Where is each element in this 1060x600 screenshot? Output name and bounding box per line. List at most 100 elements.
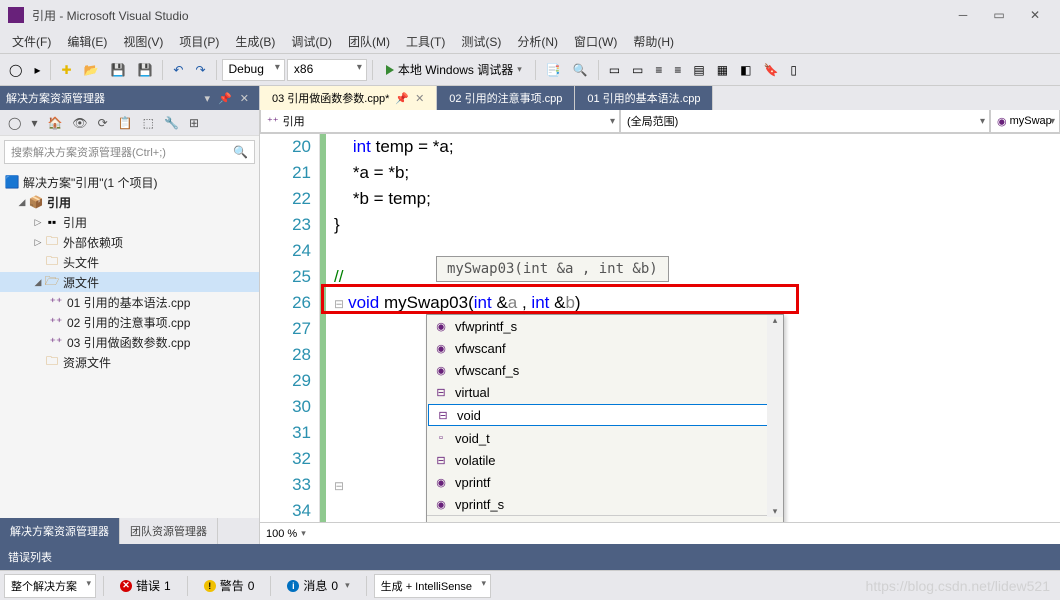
isense-item[interactable]: ◉vfwprintf_s xyxy=(427,315,783,337)
se-btn-9[interactable]: ⊞ xyxy=(185,113,203,133)
menu-window[interactable]: 窗口(W) xyxy=(566,29,625,54)
close-icon[interactable]: ✕ xyxy=(415,92,424,105)
se-btn-6[interactable]: 📋 xyxy=(114,113,137,133)
nav-forward-button[interactable]: ▸ xyxy=(29,58,45,82)
config-combo[interactable]: Debug xyxy=(222,59,285,81)
doc-tab-2[interactable]: 02 引用的注意事项.cpp xyxy=(437,86,575,110)
filter-icon[interactable]: ◆ xyxy=(457,520,475,522)
menu-build[interactable]: 生成(B) xyxy=(227,29,283,54)
tb-icon-1[interactable]: 📑 xyxy=(541,58,566,82)
filter-icon[interactable]: { } xyxy=(587,520,605,522)
tree-source-2[interactable]: ⁺⁺ 02 引用的注意事项.cpp xyxy=(0,312,259,332)
filter-icon[interactable]: ⊞ xyxy=(431,520,449,522)
save-all-button[interactable]: 💾 xyxy=(132,58,157,82)
nav-scope2-combo[interactable]: (全局范围) xyxy=(620,110,990,133)
se-btn-2[interactable]: ▾ xyxy=(27,113,41,133)
se-btn-7[interactable]: ⬚ xyxy=(139,113,158,133)
panel-pin-icon[interactable]: 📌 xyxy=(214,92,236,105)
isense-item[interactable]: ◉vfwscanf xyxy=(427,337,783,359)
redo-button[interactable]: ↷ xyxy=(190,58,210,82)
menu-test[interactable]: 测试(S) xyxy=(453,29,509,54)
isense-item[interactable]: ◉vprintf xyxy=(427,471,783,493)
tree-sources[interactable]: ◢ 🗁 源文件 xyxy=(0,272,259,292)
minimize-button[interactable]: ─ xyxy=(946,3,980,27)
title-bar: 引用 - Microsoft Visual Studio ─ ▭ ✕ xyxy=(0,0,1060,30)
panel-close-icon[interactable]: ✕ xyxy=(236,92,253,105)
menu-analyze[interactable]: 分析(N) xyxy=(509,29,566,54)
menu-view[interactable]: 视图(V) xyxy=(115,29,171,54)
error-scope-combo[interactable]: 整个解决方案 xyxy=(4,574,96,598)
isense-item[interactable]: ◉vprintf_s xyxy=(427,493,783,515)
nav-scope-combo[interactable]: ⁺⁺ 引用 xyxy=(260,110,620,133)
tree-project[interactable]: ◢ 📦 引用 xyxy=(0,192,259,212)
expand-icon[interactable]: ▷ xyxy=(32,217,44,228)
undo-button[interactable]: ↶ xyxy=(168,58,188,82)
tb-icon-6[interactable]: ≡ xyxy=(669,58,686,82)
isense-item[interactable]: ▫void_t xyxy=(427,427,783,449)
isense-scrollbar[interactable] xyxy=(767,315,783,517)
tree-references[interactable]: ▷ ▪▪ 引用 xyxy=(0,212,259,232)
tb-icon-5[interactable]: ≡ xyxy=(650,58,667,82)
se-btn-4[interactable]: 👁 xyxy=(68,113,91,133)
se-refresh-icon[interactable]: ⟳ xyxy=(94,113,112,133)
doc-tab-active[interactable]: 03 引用做函数参数.cpp* 📌 ✕ xyxy=(260,86,437,110)
close-button[interactable]: ✕ xyxy=(1018,3,1052,27)
nav-back-button[interactable]: ◯ xyxy=(4,58,27,82)
filter-icon[interactable]: 📦 xyxy=(483,520,501,522)
expand-icon[interactable]: ◢ xyxy=(16,197,28,208)
isense-item[interactable]: ⊟volatile xyxy=(427,449,783,471)
warnings-filter-button[interactable]: ! 警告 0 xyxy=(195,573,264,598)
tb-icon-3[interactable]: ▭ xyxy=(604,58,625,82)
pin-icon[interactable]: 📌 xyxy=(395,92,409,105)
tree-headers[interactable]: 🗀 头文件 xyxy=(0,252,259,272)
menu-debug[interactable]: 调试(D) xyxy=(283,29,340,54)
filter-icon[interactable]: ⊟ xyxy=(561,520,579,522)
messages-filter-button[interactable]: i 消息 0 ▾ xyxy=(278,573,358,598)
panel-dropdown-icon[interactable]: ▾ xyxy=(201,92,215,105)
tab-solution-explorer[interactable]: 解决方案资源管理器 xyxy=(0,518,120,544)
tb-icon-2[interactable]: 🔍 xyxy=(568,58,593,82)
menu-edit[interactable]: 编辑(E) xyxy=(59,29,115,54)
menu-tools[interactable]: 工具(T) xyxy=(398,29,453,54)
tb-icon-10[interactable]: ▯ xyxy=(785,58,802,82)
code-editor[interactable]: 20 21 22 23 24 25 26 27 28 29 30 31 32 3… xyxy=(260,134,1060,522)
zoom-level[interactable]: 100 % xyxy=(266,528,297,540)
filter-icon[interactable]: ⚡ xyxy=(509,520,527,522)
tb-icon-4[interactable]: ▭ xyxy=(627,58,648,82)
expand-icon[interactable]: ▷ xyxy=(32,237,44,248)
isense-item-selected[interactable]: ⊟void xyxy=(428,404,782,426)
tree-solution[interactable]: 🟦 解决方案"引用"(1 个项目) xyxy=(0,172,259,192)
code-content[interactable]: int temp = *a; *a = *b; *b = temp; } // … xyxy=(326,134,1060,522)
save-button[interactable]: 💾 xyxy=(105,58,130,82)
se-home-icon[interactable]: 🏠 xyxy=(43,113,66,133)
platform-combo[interactable]: x86 xyxy=(287,59,367,81)
menu-project[interactable]: 项目(P) xyxy=(171,29,227,54)
menu-team[interactable]: 团队(M) xyxy=(340,29,398,54)
collapse-icon[interactable]: ◢ xyxy=(32,277,44,288)
tree-resources[interactable]: 🗀 资源文件 xyxy=(0,352,259,372)
build-intellisense-combo[interactable]: 生成 + IntelliSense xyxy=(374,574,491,598)
maximize-button[interactable]: ▭ xyxy=(982,3,1016,27)
tree-source-3[interactable]: ⁺⁺ 03 引用做函数参数.cpp xyxy=(0,332,259,352)
tab-team-explorer[interactable]: 团队资源管理器 xyxy=(120,518,218,544)
isense-item[interactable]: ⊟virtual xyxy=(427,381,783,403)
new-project-button[interactable]: ✚ xyxy=(56,58,76,82)
open-file-button[interactable]: 📂 xyxy=(79,58,104,82)
se-properties-icon[interactable]: 🔧 xyxy=(160,113,183,133)
doc-tab-3[interactable]: 01 引用的基本语法.cpp xyxy=(575,86,713,110)
nav-member-combo[interactable]: ◉ mySwap xyxy=(990,110,1060,133)
tb-icon-9[interactable]: ◧ xyxy=(735,58,756,82)
start-debug-button[interactable]: 本地 Windows 调试器 ▾ xyxy=(378,58,530,82)
tb-bookmark-icon[interactable]: 🔖 xyxy=(758,58,783,82)
tb-icon-8[interactable]: ▦ xyxy=(712,58,733,82)
filter-icon[interactable]: ▶| xyxy=(535,520,553,522)
menu-file[interactable]: 文件(F) xyxy=(4,29,59,54)
errors-filter-button[interactable]: ✕ 错误 1 xyxy=(111,573,180,598)
isense-item[interactable]: ◉vfwscanf_s xyxy=(427,359,783,381)
tree-external-deps[interactable]: ▷ 🗀 外部依赖项 xyxy=(0,232,259,252)
tb-icon-7[interactable]: ▤ xyxy=(688,58,709,82)
se-home-button[interactable]: ◯ xyxy=(4,113,25,133)
menu-help[interactable]: 帮助(H) xyxy=(625,29,682,54)
solution-search-input[interactable]: 搜索解决方案资源管理器(Ctrl+;) 🔍 xyxy=(4,140,255,164)
tree-source-1[interactable]: ⁺⁺ 01 引用的基本语法.cpp xyxy=(0,292,259,312)
